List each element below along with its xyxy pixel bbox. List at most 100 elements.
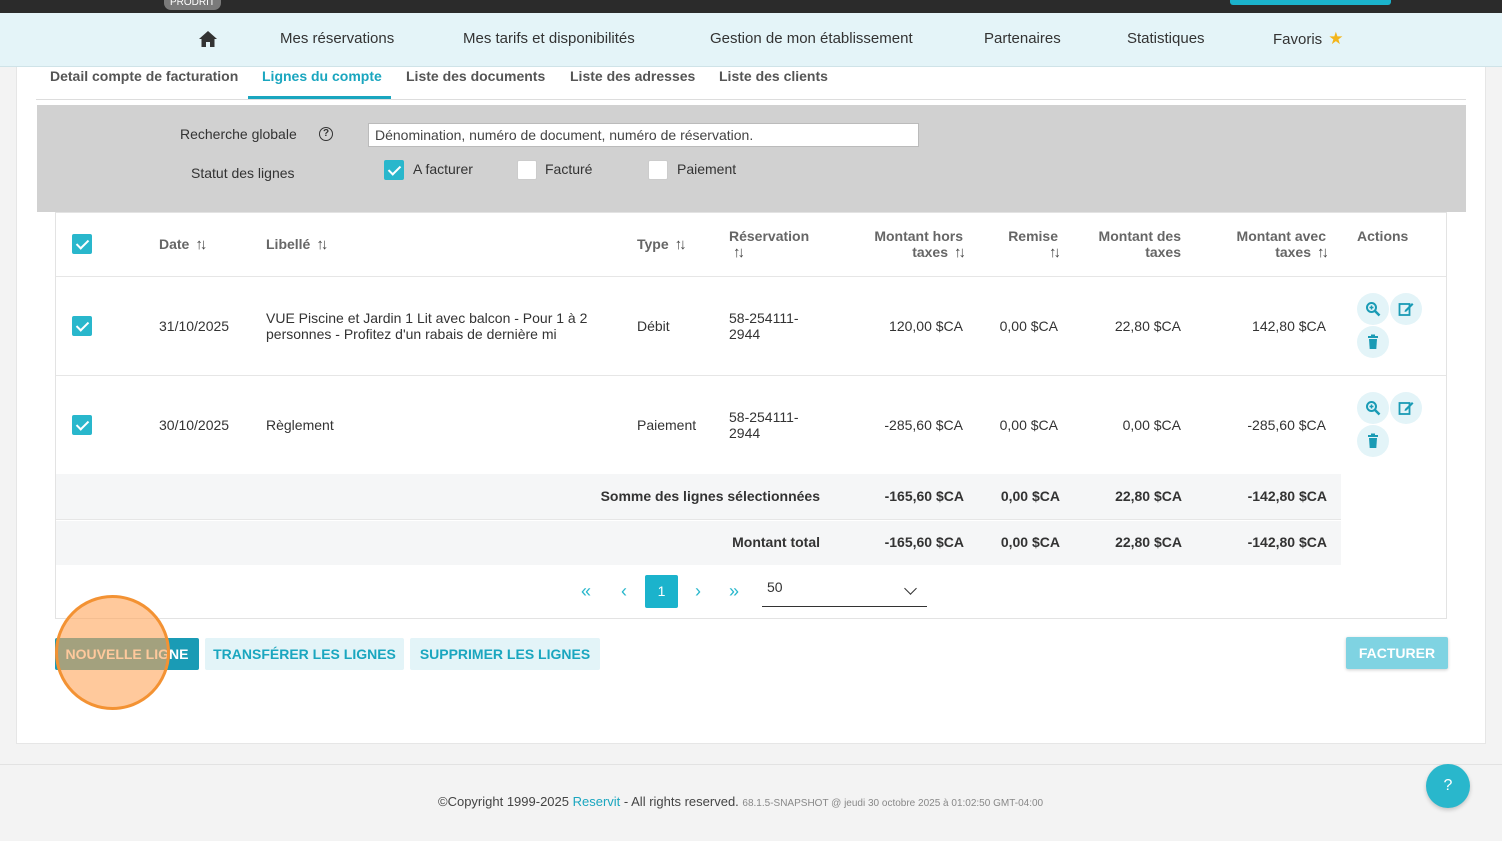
status-paiement-checkbox[interactable] (648, 160, 668, 180)
tab-liste-clients[interactable]: Liste des clients (719, 67, 828, 100)
pagination-first[interactable]: « (581, 581, 591, 602)
nav-item-reservations[interactable]: Mes réservations (280, 13, 394, 67)
pagination-current-page[interactable]: 1 (645, 575, 678, 608)
row-1-reservation[interactable]: 58-254111- 2944 (729, 310, 799, 342)
total-ht: -165,60 $CA (884, 534, 964, 550)
star-icon: ★ (1328, 29, 1344, 48)
row-1-remise: 0,00 $CA (999, 318, 1058, 334)
row-2-edit-button[interactable] (1390, 392, 1422, 424)
total-ttc: -142,80 $CA (1247, 534, 1327, 550)
transfer-lines-button[interactable]: TRANSFÉRER LES LIGNES (205, 638, 404, 670)
row-1-montant-ttc: 142,80 $CA (1252, 318, 1326, 334)
row-divider (56, 375, 1446, 376)
column-header-remise-label: Remise (1008, 228, 1058, 244)
row-1-reservation-line-1: 58-254111- (729, 310, 799, 326)
nav-item-statistiques[interactable]: Statistiques (1127, 13, 1205, 67)
column-header-remise[interactable]: Remise ↑↓ (980, 228, 1061, 261)
pagination-next[interactable]: › (695, 581, 701, 602)
column-header-montant-ttc-label: Montant avec (1236, 228, 1326, 244)
total-label: Montant total (732, 534, 820, 550)
row-divider (56, 276, 1446, 277)
active-tab-indicator (248, 96, 391, 99)
help-button[interactable]: ? (1426, 764, 1470, 808)
delete-lines-button[interactable]: SUPPRIMER LES LIGNES (410, 638, 600, 670)
row-2-montant-taxes: 0,00 $CA (1122, 417, 1181, 433)
pagination-prev[interactable]: ‹ (621, 581, 627, 602)
top-bar: PRODRIT (0, 0, 1502, 13)
column-header-montant-taxes[interactable]: Montant des taxes (1075, 228, 1181, 260)
status-label: Statut des lignes (191, 165, 295, 181)
row-2-reservation[interactable]: 58-254111- 2944 (729, 409, 799, 441)
help-circle-icon[interactable]: ? (319, 127, 333, 141)
footer-version: 68.1.5-SNAPSHOT @ jeudi 30 octobre 2025 … (742, 798, 1044, 809)
row-1-montant-taxes: 22,80 $CA (1114, 318, 1181, 334)
row-2-libelle: Règlement (266, 417, 334, 433)
row-1-reservation-line-2: 2944 (729, 326, 761, 342)
row-2-remise: 0,00 $CA (999, 417, 1058, 433)
select-all-checkbox[interactable] (72, 234, 92, 254)
nav-item-partenaires[interactable]: Partenaires (984, 13, 1061, 67)
edit-icon (1398, 402, 1414, 415)
status-facture-checkbox[interactable] (517, 160, 537, 180)
environment-badge: PRODRIT (164, 0, 221, 10)
row-1-montant-ht: 120,00 $CA (889, 318, 963, 334)
sort-icon: ↑↓ (1317, 244, 1329, 261)
column-header-libelle-label: Libellé (266, 236, 311, 252)
column-header-reservation[interactable]: Réservation ↑↓ (729, 228, 809, 261)
tab-detail-compte[interactable]: Detail compte de facturation (50, 67, 238, 100)
nav-item-favoris[interactable]: Favoris ★ (1273, 13, 1343, 67)
status-facture-label: Facturé (545, 161, 593, 177)
invoice-button[interactable]: FACTURER (1346, 637, 1448, 669)
row-2-reservation-line-2: 2944 (729, 425, 761, 441)
row-1-view-button[interactable] (1357, 293, 1389, 325)
column-header-montant-ttc[interactable]: Montant avec taxes ↑↓ (1200, 228, 1329, 261)
zoom-in-icon (1366, 401, 1381, 416)
zoom-in-icon (1366, 302, 1381, 317)
row-1-type: Débit (637, 318, 670, 334)
total-taxes: 22,80 $CA (1115, 534, 1182, 550)
row-1-delete-button[interactable] (1357, 326, 1389, 358)
column-header-actions: Actions (1357, 228, 1409, 244)
column-header-type[interactable]: Type ↑↓ (637, 236, 687, 253)
home-icon[interactable] (198, 30, 218, 48)
row-2-montant-ht: -285,60 $CA (884, 417, 963, 433)
filter-panel (37, 105, 1466, 212)
row-2-checkbox[interactable] (72, 415, 92, 435)
status-a-facturer-label: A facturer (413, 161, 473, 177)
column-header-montant-ht-label-2: taxes (912, 244, 948, 260)
sort-icon: ↑↓ (1049, 244, 1061, 261)
row-2-delete-button[interactable] (1357, 425, 1389, 457)
column-header-montant-ht[interactable]: Montant hors taxes ↑↓ (843, 228, 966, 261)
status-a-facturer-checkbox[interactable] (384, 160, 404, 180)
selected-sum-remise: 0,00 $CA (1000, 488, 1060, 504)
column-header-date[interactable]: Date ↑↓ (159, 236, 207, 253)
column-header-libelle[interactable]: Libellé ↑↓ (266, 236, 328, 253)
nav-item-etablissement[interactable]: Gestion de mon établissement (710, 13, 913, 67)
row-1-edit-button[interactable] (1390, 293, 1422, 325)
footer-rights-text: - All rights reserved. (620, 794, 743, 809)
footer-brand-link[interactable]: Reservit (573, 794, 621, 809)
edit-icon (1398, 303, 1414, 316)
row-2-date: 30/10/2025 (159, 417, 230, 433)
row-1-checkbox[interactable] (72, 316, 92, 336)
column-header-montant-ht-label: Montant hors (874, 228, 963, 244)
sort-icon: ↑↓ (954, 244, 966, 261)
selected-sum-ttc: -142,80 $CA (1247, 488, 1327, 504)
pagination-last[interactable]: » (729, 581, 739, 602)
footer-copyright: ©Copyright 1999-2025 Reservit - All righ… (438, 794, 1043, 809)
total-remise: 0,00 $CA (1000, 534, 1060, 550)
tab-liste-adresses[interactable]: Liste des adresses (570, 67, 695, 100)
row-1-date: 31/10/2025 (159, 318, 230, 334)
global-search-input[interactable] (368, 123, 919, 147)
sort-icon: ↑↓ (674, 236, 687, 253)
sort-icon: ↑↓ (316, 236, 328, 253)
row-2-montant-ttc: -285,60 $CA (1247, 417, 1326, 433)
sort-icon: ↑↓ (733, 244, 745, 261)
new-line-button[interactable]: NOUVELLE LIGNE (55, 638, 199, 670)
nav-item-tarifs[interactable]: Mes tarifs et disponibilités (463, 13, 635, 67)
tab-liste-documents[interactable]: Liste des documents (406, 67, 545, 100)
row-1-libelle-line-1: VUE Piscine et Jardin 1 Lit avec balcon … (266, 310, 588, 326)
page-size-select[interactable]: 50 (762, 575, 927, 607)
selected-sum-taxes: 22,80 $CA (1115, 488, 1182, 504)
row-2-view-button[interactable] (1357, 392, 1389, 424)
